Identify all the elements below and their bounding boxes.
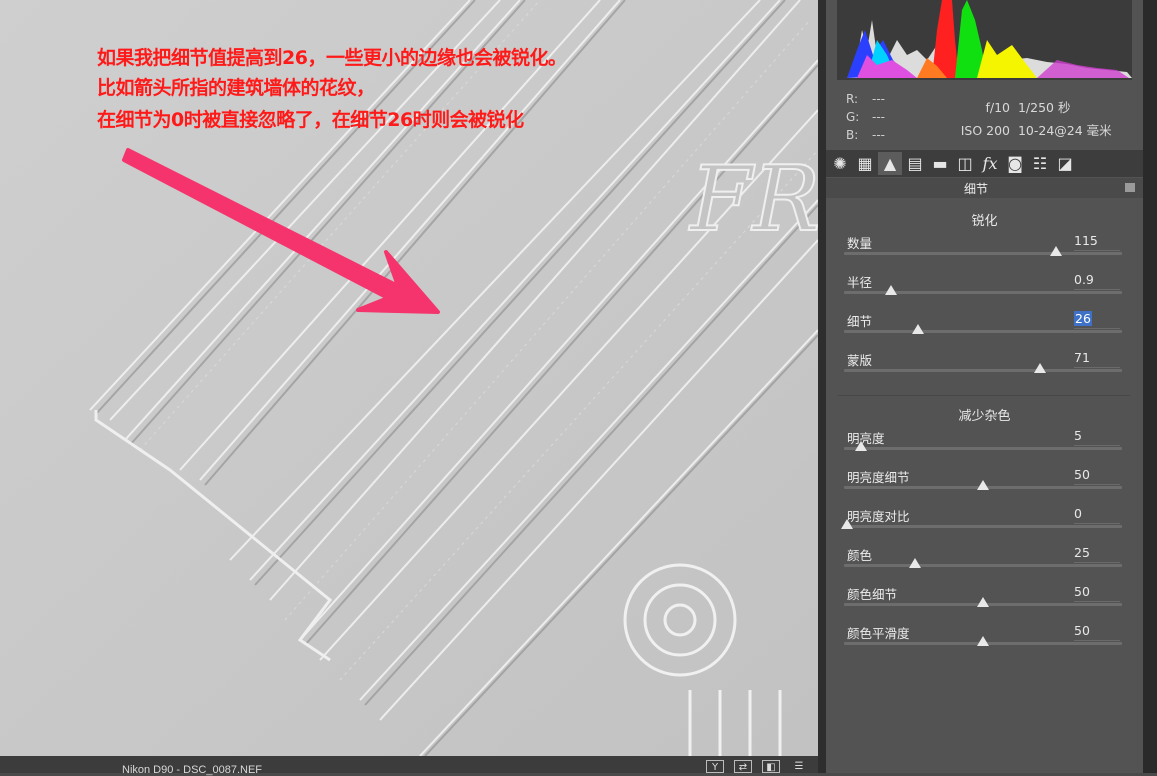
slider-value-text: 50 (1074, 623, 1090, 638)
panel-divider[interactable] (818, 0, 826, 773)
slider-value-text: 50 (1074, 584, 1090, 599)
preview-preferences-icon[interactable]: ☰ (790, 760, 808, 773)
slider-value-field[interactable]: 50 (1074, 623, 1120, 641)
panel-tabs: ✺ ▦ ▲ ▤ ▬ ◫ fx ◙ ☷ ◪ (826, 150, 1143, 177)
status-bar: Nikon D90 - DSC_0087.NEF Y ⇄ ◧ ☰ (0, 756, 818, 776)
annotation-line-2: 比如箭头所指的建筑墙体的花纹， (97, 77, 375, 99)
swap-settings-button[interactable]: ⇄ (734, 760, 752, 773)
r-value: --- (872, 92, 885, 106)
slider-label: 颜色 (847, 548, 873, 563)
slider-value-text: 0.9 (1074, 272, 1094, 287)
annotation-line-1: 如果我把细节值提高到26，一些更小的边缘也会被锐化。 (97, 47, 567, 69)
panel-scrollbar[interactable] (1143, 0, 1157, 773)
rgb-readout: R: --- G: --- B: --- (846, 90, 898, 144)
slider-thumb[interactable] (911, 324, 924, 334)
slider-value-field[interactable]: 71 (1074, 350, 1120, 368)
slider-track[interactable] (844, 447, 1122, 450)
r-label: R: (846, 92, 859, 106)
effects-icon[interactable]: fx (978, 152, 1002, 175)
iso-value: ISO 200 (960, 123, 1010, 138)
slider-track[interactable] (844, 252, 1122, 255)
slider-label: 明亮度细节 (847, 470, 910, 485)
b-label: B: (846, 128, 859, 142)
section-header: 细节 (826, 178, 1143, 198)
slider-thumb[interactable] (1050, 246, 1063, 256)
slider-track[interactable] (844, 330, 1122, 333)
slider-value-text: 25 (1074, 545, 1090, 560)
slider-thumb[interactable] (884, 285, 897, 295)
image-canvas[interactable]: FR 如果我把细节值提高到26，一些更小的边缘也会被锐化。 比如箭头所指的建筑墙… (0, 0, 818, 756)
slider-track[interactable] (844, 525, 1122, 528)
adjustment-panel: R: --- G: --- B: --- f/10 1/250 秒 ISO 200 1… (826, 0, 1143, 773)
annotation-line-3: 在细节为0时被直接忽略了，在细节26时则会被锐化 (97, 109, 524, 131)
slider-thumb[interactable] (854, 441, 867, 451)
svg-text:FR: FR (688, 147, 818, 252)
divider (838, 395, 1130, 396)
slider-value-field[interactable]: 0.9 (1074, 272, 1120, 290)
slider-thumb[interactable] (841, 519, 853, 529)
slider-value-text: 115 (1074, 233, 1098, 248)
slider-value-field[interactable]: 25 (1074, 545, 1120, 563)
b-value: --- (872, 128, 885, 142)
slider-thumb[interactable] (1034, 363, 1047, 373)
hsl-icon[interactable]: ▤ (903, 152, 927, 175)
slider-value-field[interactable]: 115 (1074, 233, 1120, 251)
histogram (837, 0, 1132, 80)
sharpen-title: 锐化 (971, 214, 998, 229)
lens-corrections-icon[interactable]: ◫ (953, 152, 977, 175)
tone-curve-icon[interactable]: ▦ (853, 152, 877, 175)
lens-value: 10-24@24 毫米 (1017, 123, 1112, 138)
slider-value-field[interactable]: 0 (1074, 506, 1120, 524)
presets-icon[interactable]: ☷ (1028, 152, 1052, 175)
slider-thumb[interactable] (909, 558, 921, 568)
slider-value-text: 71 (1074, 350, 1090, 365)
before-after-y-button[interactable]: Y (706, 760, 724, 773)
g-label: G: (846, 110, 860, 124)
slider-label: 明亮度对比 (847, 509, 910, 524)
slider-thumb[interactable] (977, 636, 989, 646)
panel-title: 细节 (963, 182, 988, 196)
slider-value-field[interactable]: 5 (1074, 428, 1120, 446)
slider-thumb[interactable] (977, 597, 989, 607)
copy-settings-button[interactable]: ◧ (762, 760, 780, 773)
slider-label: 半径 (847, 275, 873, 290)
slider-track[interactable] (844, 564, 1122, 567)
snapshots-icon[interactable]: ◪ (1053, 152, 1077, 175)
slider-value-field[interactable]: 50 (1074, 467, 1120, 485)
slider-value-text: 0 (1074, 506, 1082, 521)
slider-label: 颜色细节 (847, 587, 898, 602)
slider-value-text: 5 (1074, 428, 1082, 443)
slider-label: 细节 (847, 314, 873, 329)
slider-label: 数量 (847, 236, 873, 251)
g-value: --- (872, 110, 885, 124)
slider-label: 颜色平滑度 (847, 626, 910, 641)
panel-menu-icon[interactable] (1125, 183, 1135, 192)
slider-value-field[interactable]: 26 (1074, 311, 1120, 329)
slider-value-text: 50 (1074, 467, 1090, 482)
shutter-value: 1/250 秒 (1017, 100, 1071, 115)
split-toning-icon[interactable]: ▬ (928, 152, 952, 175)
filename-label[interactable]: Nikon D90 - DSC_0087.NEF (122, 764, 262, 776)
slider-track[interactable] (844, 369, 1122, 372)
noise-reduction-title: 减少杂色 (958, 409, 1011, 424)
camera-calibration-icon[interactable]: ◙ (1003, 152, 1027, 175)
slider-value-text: 26 (1074, 311, 1092, 326)
detail-icon[interactable]: ▲ (878, 152, 902, 175)
slider-value-field[interactable]: 50 (1074, 584, 1120, 602)
aperture-value: f/10 (985, 100, 1010, 115)
aperture-icon[interactable]: ✺ (828, 152, 852, 175)
slider-thumb[interactable] (977, 480, 989, 490)
exif-info: f/10 1/250 秒 ISO 200 10-24@24 毫米 (946, 96, 1112, 142)
slider-label: 蒙版 (847, 353, 873, 368)
